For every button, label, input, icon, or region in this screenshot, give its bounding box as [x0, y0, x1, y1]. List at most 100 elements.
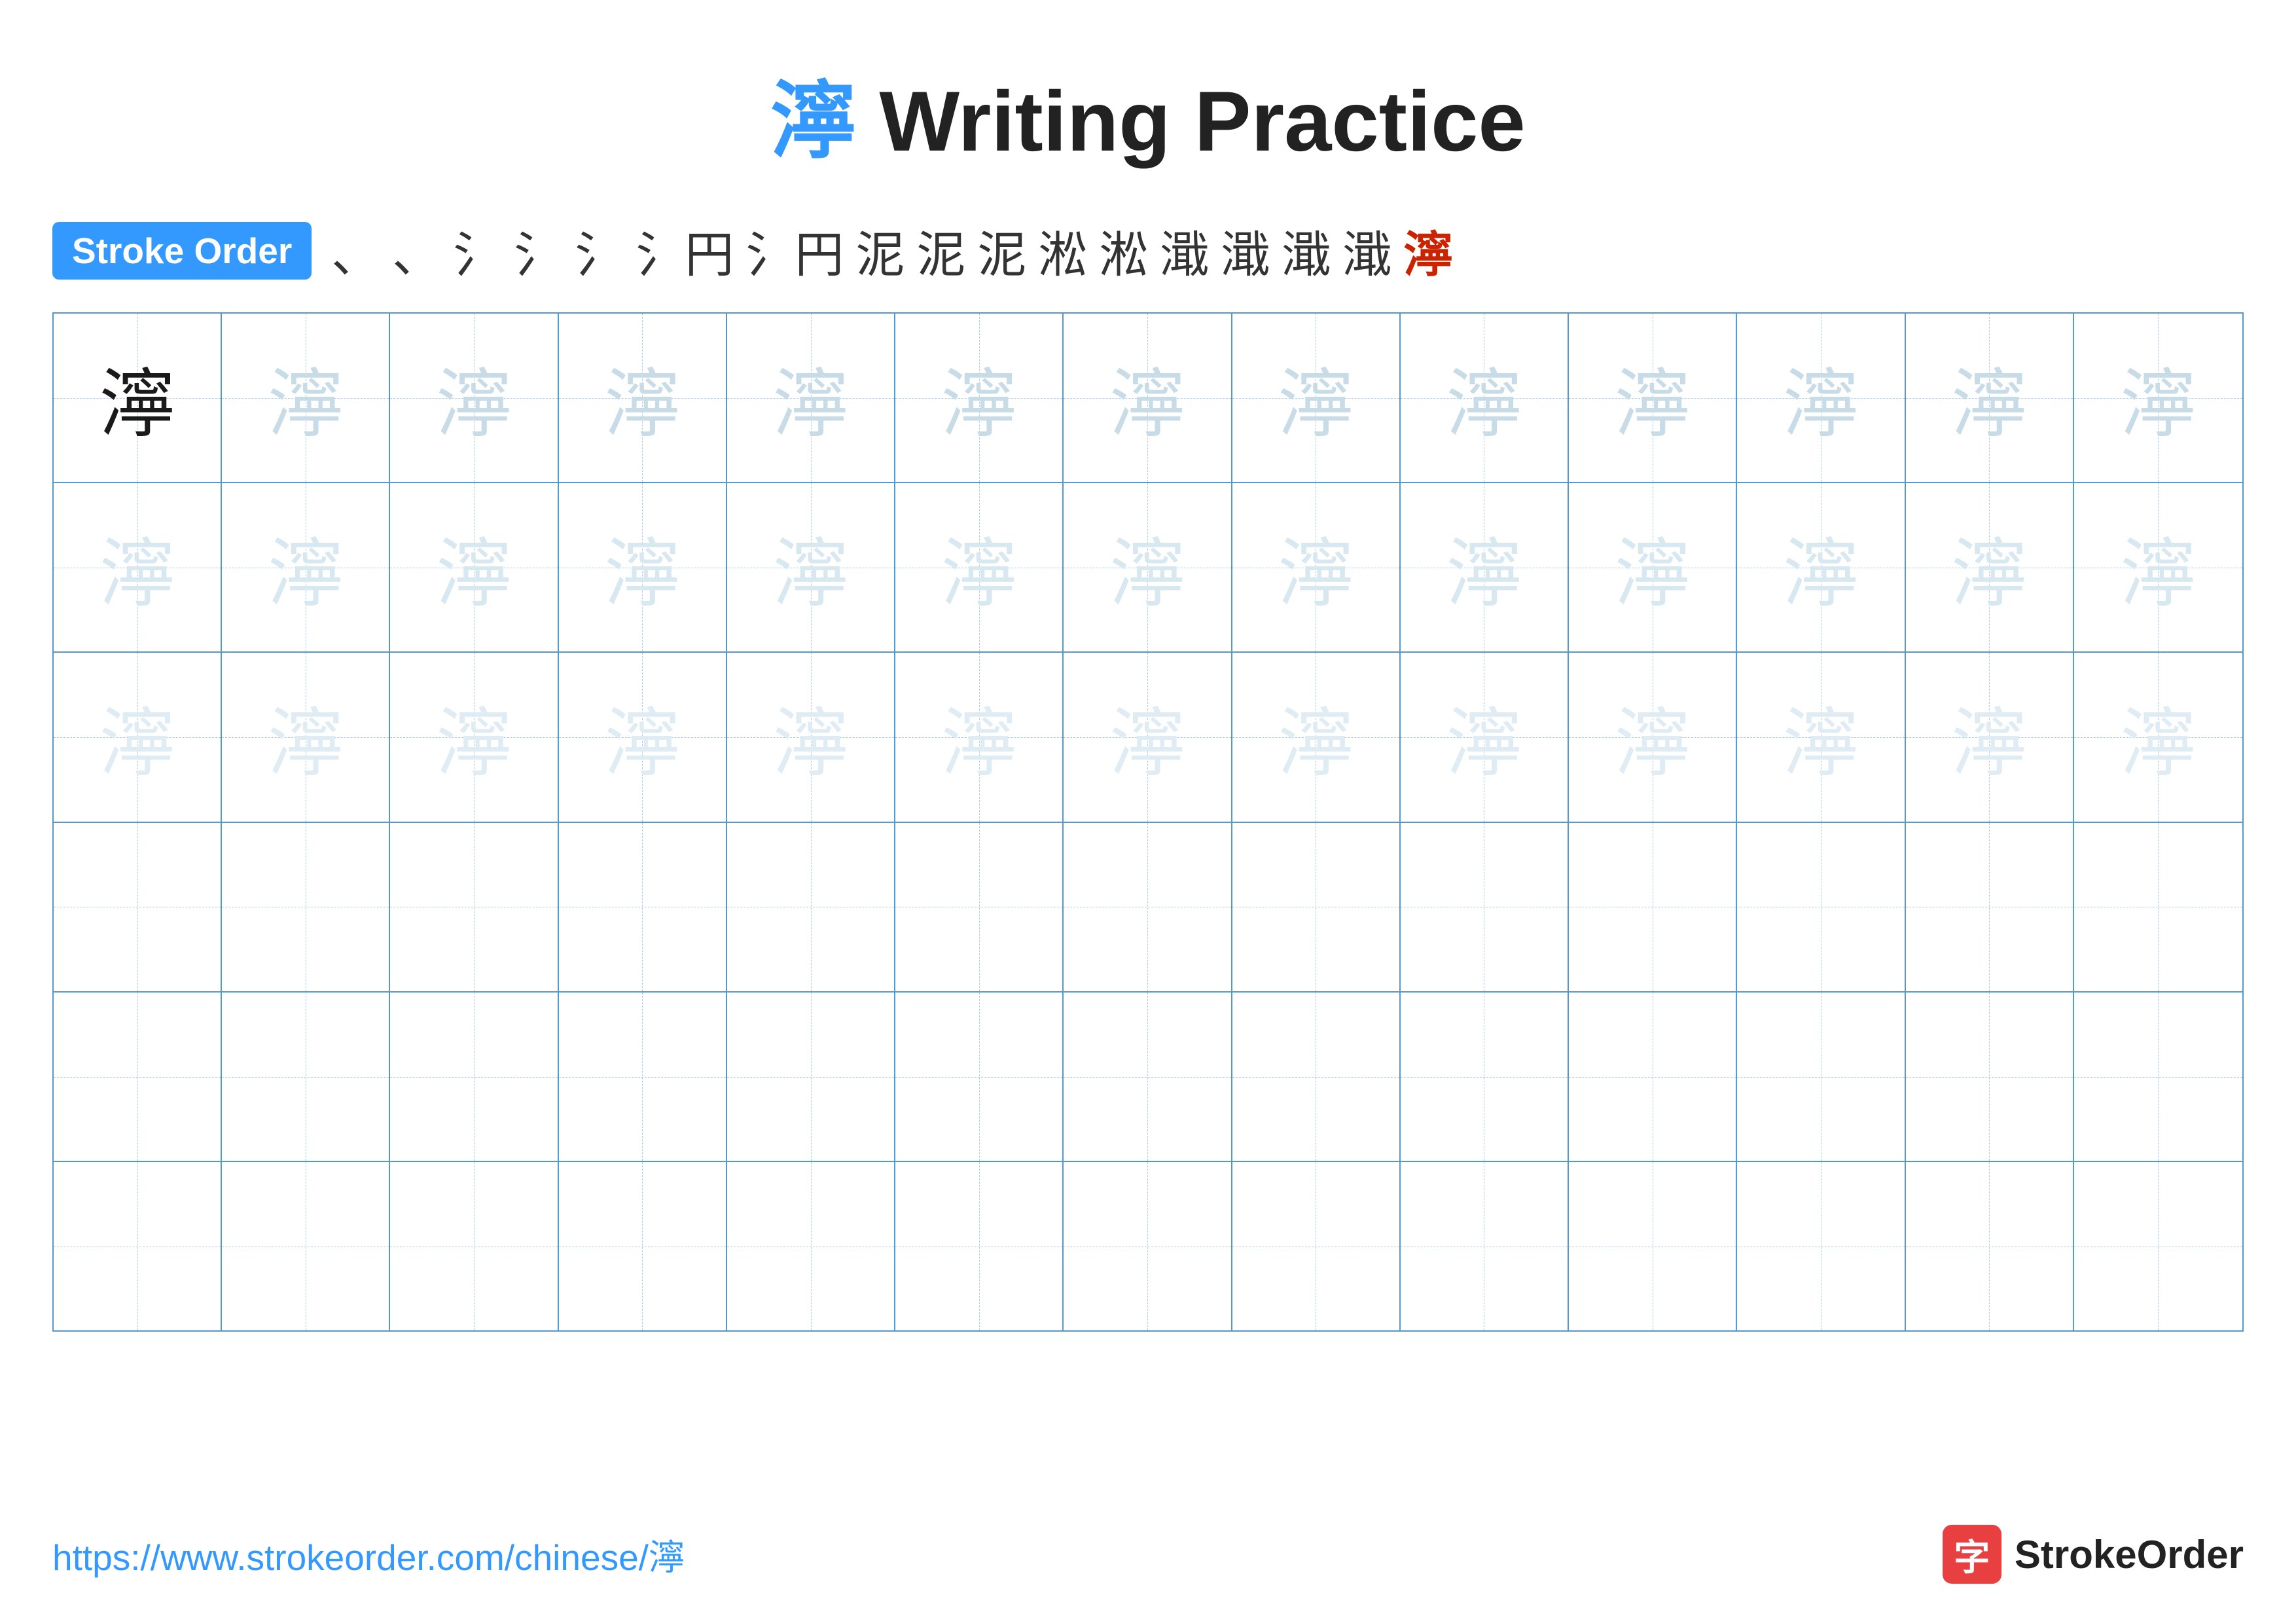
grid-cell-r1-c13[interactable]: 濘 — [2074, 314, 2242, 482]
grid-cell-r4-c4[interactable] — [559, 823, 727, 991]
grid-cell-r6-c5[interactable] — [727, 1162, 895, 1330]
grid-cell-r2-c7[interactable]: 濘 — [1064, 483, 1232, 651]
char-r3c12: 濘 — [1952, 683, 2027, 792]
grid-cell-r1-c11[interactable]: 濘 — [1737, 314, 1905, 482]
char-r1c1: 濘 — [99, 344, 175, 452]
grid-cell-r6-c12[interactable] — [1906, 1162, 2074, 1330]
title-character: 濘 — [770, 73, 855, 169]
grid-cell-r6-c3[interactable] — [390, 1162, 558, 1330]
grid-cell-r6-c1[interactable] — [54, 1162, 222, 1330]
grid-cell-r5-c10[interactable] — [1569, 993, 1737, 1161]
grid-cell-r5-c7[interactable] — [1064, 993, 1232, 1161]
char-r3c7: 濘 — [1109, 683, 1185, 792]
grid-cell-r5-c5[interactable] — [727, 993, 895, 1161]
grid-cell-r2-c8[interactable]: 濘 — [1232, 483, 1401, 651]
grid-cell-r5-c12[interactable] — [1906, 993, 2074, 1161]
grid-cell-r3-c5[interactable]: 濘 — [727, 653, 895, 821]
grid-cell-r4-c8[interactable] — [1232, 823, 1401, 991]
grid-cell-r5-c8[interactable] — [1232, 993, 1401, 1161]
footer-logo: 字 StrokeOrder — [1943, 1525, 2244, 1584]
grid-cell-r4-c10[interactable] — [1569, 823, 1737, 991]
grid-cell-r1-c1[interactable]: 濘 — [54, 314, 222, 482]
grid-cell-r3-c4[interactable]: 濘 — [559, 653, 727, 821]
grid-cell-r6-c8[interactable] — [1232, 1162, 1401, 1330]
footer-url[interactable]: https://www.strokeorder.com/chinese/濘 — [52, 1528, 685, 1580]
grid-cell-r5-c3[interactable] — [390, 993, 558, 1161]
grid-cell-r5-c2[interactable] — [222, 993, 390, 1161]
grid-cell-r6-c6[interactable] — [895, 1162, 1064, 1330]
grid-cell-r2-c1[interactable]: 濘 — [54, 483, 222, 651]
stroke-order-badge: Stroke Order — [52, 222, 312, 280]
grid-cell-r4-c13[interactable] — [2074, 823, 2242, 991]
grid-cell-r6-c11[interactable] — [1737, 1162, 1905, 1330]
grid-cell-r3-c8[interactable]: 濘 — [1232, 653, 1401, 821]
grid-cell-r4-c2[interactable] — [222, 823, 390, 991]
grid-cell-r3-c10[interactable]: 濘 — [1569, 653, 1737, 821]
grid-cell-r2-c6[interactable]: 濘 — [895, 483, 1064, 651]
grid-cell-r5-c9[interactable] — [1401, 993, 1569, 1161]
grid-cell-r1-c4[interactable]: 濘 — [559, 314, 727, 482]
grid-cell-r2-c4[interactable]: 濘 — [559, 483, 727, 651]
grid-cell-r4-c12[interactable] — [1906, 823, 2074, 991]
grid-cell-r2-c12[interactable]: 濘 — [1906, 483, 2074, 651]
grid-cell-r2-c9[interactable]: 濘 — [1401, 483, 1569, 651]
char-r1c4: 濘 — [605, 344, 680, 452]
grid-cell-r1-c3[interactable]: 濘 — [390, 314, 558, 482]
grid-cell-r2-c11[interactable]: 濘 — [1737, 483, 1905, 651]
stroke-step-14: 濈 — [1221, 215, 1270, 286]
grid-cell-r3-c12[interactable]: 濘 — [1906, 653, 2074, 821]
char-r2c1: 濘 — [99, 513, 175, 622]
stroke-step-10: 泥 — [977, 215, 1026, 286]
grid-cell-r6-c10[interactable] — [1569, 1162, 1737, 1330]
grid-cell-r6-c2[interactable] — [222, 1162, 390, 1330]
grid-cell-r5-c1[interactable] — [54, 993, 222, 1161]
grid-cell-r1-c2[interactable]: 濘 — [222, 314, 390, 482]
grid-cell-r1-c5[interactable]: 濘 — [727, 314, 895, 482]
grid-cell-r5-c13[interactable] — [2074, 993, 2242, 1161]
grid-cell-r5-c4[interactable] — [559, 993, 727, 1161]
grid-cell-r6-c13[interactable] — [2074, 1162, 2242, 1330]
grid-cell-r1-c6[interactable]: 濘 — [895, 314, 1064, 482]
grid-cell-r3-c3[interactable]: 濘 — [390, 653, 558, 821]
grid-cell-r6-c4[interactable] — [559, 1162, 727, 1330]
grid-cell-r4-c11[interactable] — [1737, 823, 1905, 991]
grid-cell-r4-c5[interactable] — [727, 823, 895, 991]
grid-cell-r5-c6[interactable] — [895, 993, 1064, 1161]
grid-cell-r1-c10[interactable]: 濘 — [1569, 314, 1737, 482]
grid-cell-r1-c9[interactable]: 濘 — [1401, 314, 1569, 482]
grid-cell-r4-c3[interactable] — [390, 823, 558, 991]
stroke-step-9: 泥 — [916, 215, 965, 286]
grid-cell-r1-c8[interactable]: 濘 — [1232, 314, 1401, 482]
grid-cell-r1-c12[interactable]: 濘 — [1906, 314, 2074, 482]
grid-cell-r6-c7[interactable] — [1064, 1162, 1232, 1330]
stroke-step-17: 濘 — [1403, 215, 1452, 286]
grid-row-4 — [54, 823, 2242, 993]
char-r3c10: 濘 — [1615, 683, 1690, 792]
stroke-step-6: 氵円 — [636, 215, 734, 286]
grid-cell-r4-c7[interactable] — [1064, 823, 1232, 991]
grid-cell-r3-c6[interactable]: 濘 — [895, 653, 1064, 821]
footer-logo-icon: 字 — [1943, 1525, 2001, 1584]
grid-cell-r4-c6[interactable] — [895, 823, 1064, 991]
grid-cell-r6-c9[interactable] — [1401, 1162, 1569, 1330]
grid-cell-r2-c3[interactable]: 濘 — [390, 483, 558, 651]
footer: https://www.strokeorder.com/chinese/濘 字 … — [0, 1525, 2296, 1584]
grid-cell-r4-c1[interactable] — [54, 823, 222, 991]
grid-cell-r2-c2[interactable]: 濘 — [222, 483, 390, 651]
grid-cell-r4-c9[interactable] — [1401, 823, 1569, 991]
grid-cell-r2-c10[interactable]: 濘 — [1569, 483, 1737, 651]
grid-cell-r3-c2[interactable]: 濘 — [222, 653, 390, 821]
char-r2c3: 濘 — [437, 513, 512, 622]
grid-cell-r5-c11[interactable] — [1737, 993, 1905, 1161]
grid-cell-r3-c1[interactable]: 濘 — [54, 653, 222, 821]
char-r1c13: 濘 — [2121, 344, 2196, 452]
grid-cell-r1-c7[interactable]: 濘 — [1064, 314, 1232, 482]
grid-cell-r3-c11[interactable]: 濘 — [1737, 653, 1905, 821]
grid-cell-r3-c13[interactable]: 濘 — [2074, 653, 2242, 821]
char-r3c3: 濘 — [437, 683, 512, 792]
grid-cell-r3-c9[interactable]: 濘 — [1401, 653, 1569, 821]
grid-cell-r2-c13[interactable]: 濘 — [2074, 483, 2242, 651]
grid-cell-r2-c5[interactable]: 濘 — [727, 483, 895, 651]
char-r2c8: 濘 — [1278, 513, 1354, 622]
grid-cell-r3-c7[interactable]: 濘 — [1064, 653, 1232, 821]
